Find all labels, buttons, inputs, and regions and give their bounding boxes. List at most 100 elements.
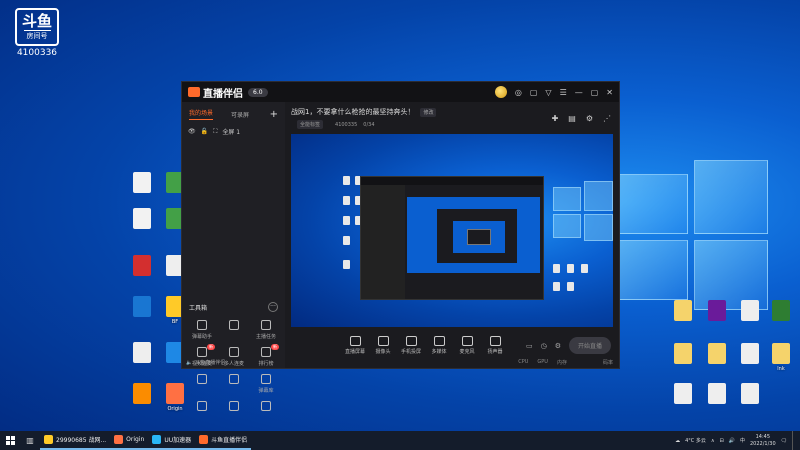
toolbox-item[interactable]	[218, 320, 250, 340]
toolbox-item[interactable]	[218, 374, 250, 394]
video-icon[interactable]: ▭	[526, 342, 533, 350]
desktop-icon-label: BF	[171, 319, 179, 325]
edit-title-button[interactable]: 修改	[420, 107, 437, 117]
app-icon	[199, 435, 209, 444]
fish-logo-icon	[188, 87, 200, 97]
volume-icon[interactable]: 🔊	[729, 438, 735, 444]
category-tag[interactable]: 全能标签	[297, 120, 324, 129]
preview-file-icon	[553, 282, 560, 291]
tab-recordable[interactable]: 可录屏	[231, 110, 249, 119]
desktop-icon[interactable]	[735, 343, 765, 366]
desktop-icon[interactable]	[127, 208, 157, 231]
ime-icon[interactable]: 中	[740, 437, 745, 444]
toolbox-item[interactable]	[186, 374, 218, 394]
scene-item[interactable]: 👁 🔓 ⛶ 全屏 1	[182, 123, 285, 140]
notice-bar[interactable]: 🔈 斗鱼直播伴侣	[182, 359, 285, 367]
scene-tabs: 我的场景 可录屏 +	[182, 102, 285, 123]
file-icon	[741, 300, 759, 321]
tool-label: 主播任务	[255, 334, 276, 340]
user-avatar[interactable]	[494, 86, 507, 98]
control-button[interactable]: 直播屏幕	[341, 336, 369, 355]
chevron-up-icon[interactable]: ∧	[711, 438, 715, 444]
file-icon	[708, 300, 726, 321]
taskbar-app[interactable]: Origin	[110, 431, 149, 450]
weather-text[interactable]: 4°C 多云	[685, 437, 706, 444]
filter-icon[interactable]: ▽	[545, 88, 551, 97]
desktop-icon[interactable]	[127, 342, 157, 365]
menu-icon[interactable]: ☰	[560, 88, 567, 97]
toolbox-item[interactable]	[186, 401, 218, 414]
preview-file-icon	[567, 264, 574, 273]
preview-file-icon	[553, 264, 560, 273]
close-button[interactable]: ✕	[606, 88, 613, 97]
desktop-icon-label: lnk	[777, 366, 785, 372]
show-desktop-button[interactable]	[792, 431, 796, 450]
lock-icon[interactable]: 🔓	[201, 128, 208, 135]
fullscreen-icon: ⛶	[213, 127, 218, 135]
minimize-button[interactable]: —	[575, 88, 583, 97]
toolbox-item[interactable]	[250, 401, 282, 414]
task-view-icon[interactable]: ▥	[20, 431, 40, 450]
clock[interactable]: 14:45 2022/1/30	[750, 434, 776, 448]
toolbox-item[interactable]: 弹幕助手	[186, 320, 218, 340]
taskbar-app[interactable]: UU加速器	[148, 431, 196, 450]
notice-text: 斗鱼直播伴侣	[195, 360, 226, 366]
desktop-icon[interactable]	[668, 300, 698, 323]
desktop-icon[interactable]	[127, 255, 157, 278]
tool-icon	[197, 374, 207, 384]
eye-icon[interactable]: 👁	[188, 128, 196, 135]
maximize-button[interactable]: ▢	[591, 88, 599, 97]
toolbox-item[interactable]	[218, 401, 250, 414]
tab-my-scenes[interactable]: 我的场景	[189, 108, 214, 120]
weather-icon[interactable]: ☁	[675, 438, 680, 444]
toolbox-more-button[interactable]: ···	[268, 302, 278, 312]
layout-icon[interactable]: ▤	[568, 114, 576, 123]
desktop-icon[interactable]	[766, 300, 796, 323]
start-live-button[interactable]: 开始直播	[568, 337, 611, 354]
share-icon[interactable]: ⋰	[603, 114, 611, 123]
room-number: 4100335	[335, 121, 358, 128]
recursive-preview	[360, 176, 544, 300]
new-badge: 新	[271, 344, 279, 350]
control-button[interactable]: 多媒体	[425, 336, 453, 355]
control-button[interactable]: 摄像头	[369, 336, 397, 355]
control-button[interactable]: 麦克风	[453, 336, 481, 355]
gear-icon[interactable]: ⚙	[555, 342, 561, 350]
add-scene-button[interactable]: +	[270, 109, 278, 120]
stream-preview[interactable]	[291, 134, 613, 327]
notification-icon[interactable]: 🗨	[781, 438, 787, 444]
start-button[interactable]	[0, 431, 20, 450]
toolbox-item[interactable]: 主播任务	[250, 320, 282, 340]
desktop-icon[interactable]	[735, 300, 765, 323]
desktop-icon[interactable]	[702, 343, 732, 366]
desktop-icon[interactable]	[668, 383, 698, 406]
settings-icon[interactable]: ⚙	[586, 114, 593, 123]
desktop-icon[interactable]	[127, 172, 157, 195]
network-icon[interactable]: ⊟	[720, 438, 724, 444]
system-tray: ☁ 4°C 多云 ∧ ⊟ 🔊 中 14:45 2022/1/30 🗨	[675, 431, 800, 450]
file-icon	[133, 296, 151, 317]
desktop-icon[interactable]	[127, 296, 157, 319]
desktop-icon[interactable]	[702, 383, 732, 406]
preview-file-icon	[567, 282, 574, 291]
scene-sidebar: 我的场景 可录屏 + 👁 🔓 ⛶ 全屏 1 工具箱 ··· 弹幕助手 主播任务新视…	[182, 102, 285, 411]
preview-file-icon	[343, 176, 350, 185]
live-status-icon[interactable]: ◎	[515, 88, 522, 97]
timer-icon[interactable]: ◷	[541, 342, 547, 350]
tool-label: 弹幕库	[258, 388, 274, 394]
desktop-icon[interactable]	[127, 383, 157, 406]
control-button[interactable]: 手机投屏	[397, 336, 425, 355]
clock-time: 14:45	[755, 433, 771, 440]
add-source-icon[interactable]: ✚	[552, 114, 559, 123]
room-info: 全能标签 4100335 0/34	[291, 120, 375, 129]
desktop-icon[interactable]	[702, 300, 732, 323]
desktop-icon[interactable]	[735, 383, 765, 406]
toolbox-item[interactable]: 弹幕库	[250, 374, 282, 394]
taskbar-app[interactable]: 29990685 战网...	[40, 431, 111, 450]
control-button[interactable]: 扬声器	[481, 336, 509, 355]
taskbar-app[interactable]: 斗鱼直播伴侣	[195, 431, 252, 450]
shirt-icon[interactable]: ▢	[530, 88, 538, 97]
desktop-icon[interactable]: lnk	[766, 343, 796, 372]
tool-icon	[229, 401, 239, 411]
desktop-icon[interactable]	[668, 343, 698, 366]
